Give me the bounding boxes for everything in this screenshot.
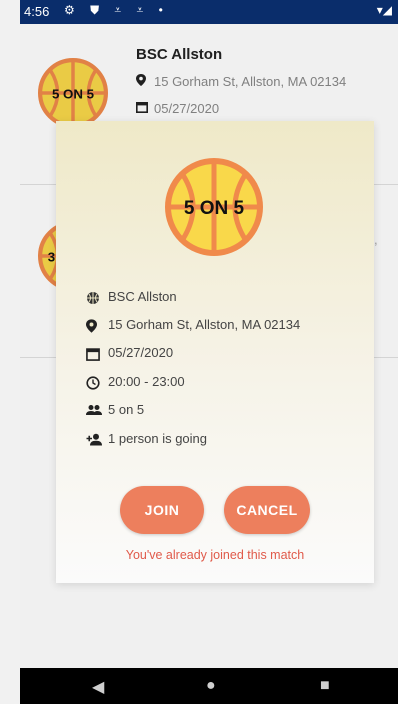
signal-battery-icon: ▾◢ (376, 3, 392, 17)
recent-apps-icon[interactable]: ■ (320, 677, 330, 695)
match-dialog: 5 ON 5 BSC Allston 15 Gorham St, Allston… (56, 121, 374, 583)
detail-attendees: 1 person is going (86, 431, 207, 447)
detail-format-text: 5 on 5 (108, 402, 145, 417)
detail-venue: BSC Allston (86, 289, 177, 305)
join-button[interactable]: JOIN (120, 486, 204, 534)
ball-text: 5 ON 5 (184, 198, 245, 219)
navigation-bar: ◀ ● ■ (20, 668, 398, 704)
basketball-icon (86, 291, 106, 305)
detail-venue-text: BSC Allston (108, 289, 177, 304)
person-add-icon (86, 433, 106, 447)
back-icon[interactable]: ◀ (92, 677, 104, 697)
home-icon[interactable]: ● (206, 677, 216, 695)
detail-date: 05/27/2020 (86, 345, 173, 361)
app-screen: 4:56 ⚙ ⛊ ⩡ ⩡ • ▾◢ 5 ON 5 BSC Allston 15 … (20, 0, 398, 704)
status-bar: 4:56 ⚙ ⛊ ⩡ ⩡ • ▾◢ (20, 0, 398, 24)
cancel-button[interactable]: CANCEL (224, 486, 310, 534)
group-icon (86, 404, 106, 418)
detail-attendees-text: 1 person is going (108, 431, 208, 446)
detail-address: 15 Gorham St, Allston, MA 02134 (86, 317, 300, 333)
calendar-icon (86, 347, 106, 361)
basketball-badge-icon: 5 ON 5 (165, 158, 263, 256)
detail-time-text: 20:00 - 23:00 (108, 374, 185, 389)
detail-date-text: 05/27/2020 (108, 345, 174, 360)
detail-address-text: 15 Gorham St, Allston, MA 02134 (108, 317, 301, 332)
already-joined-message: You've already joined this match (125, 548, 305, 562)
location-pin-icon (86, 318, 106, 333)
detail-time: 20:00 - 23:00 (86, 374, 185, 390)
status-time: 4:56 (24, 4, 50, 19)
clock-icon (86, 375, 106, 390)
detail-format: 5 on 5 (86, 402, 144, 418)
status-notification-icons: ⚙ ⛊ ⩡ ⩡ • (64, 3, 169, 17)
